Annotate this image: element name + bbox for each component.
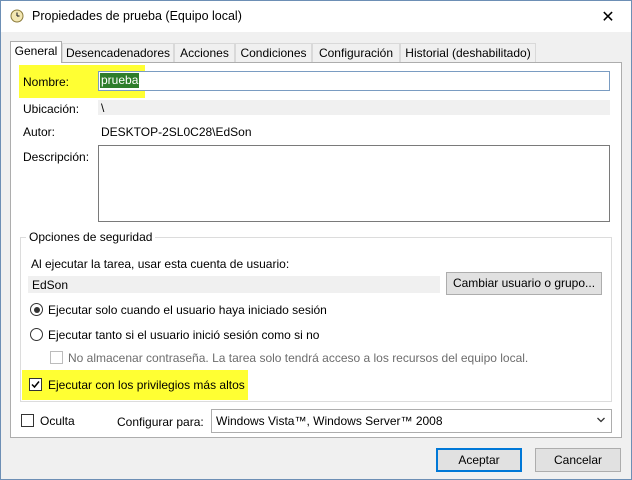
title-bar: Propiedades de prueba (Equipo local) ✕ [1,1,631,32]
name-input[interactable] [98,71,610,91]
tab-actions[interactable]: Acciones [174,43,235,62]
run-logged-on-radio[interactable] [30,303,43,316]
name-input-value[interactable]: prueba [100,73,140,88]
highest-privileges-checkbox[interactable] [29,378,42,391]
security-group-title: Opciones de seguridad [26,230,156,244]
tab-label: General [14,44,58,58]
radio-selected-dot [33,306,40,313]
accept-button[interactable]: Aceptar [436,448,522,472]
tab-label: Condiciones [240,46,307,60]
tab-general[interactable]: General [10,41,62,63]
chevron-down-icon [596,415,606,428]
no-store-password-checkbox[interactable] [50,351,63,364]
configure-for-value: Windows Vista™, Windows Server™ 2008 [216,414,443,428]
configure-for-select[interactable]: Windows Vista™, Windows Server™ 2008 [211,409,612,433]
task-clock-icon [10,9,24,23]
close-button[interactable]: ✕ [585,1,631,32]
location-field [98,100,610,115]
window-title: Propiedades de prueba (Equipo local) [32,9,242,23]
hidden-checkbox[interactable] [21,414,34,427]
check-mark-icon [31,381,40,389]
description-input[interactable] [98,145,610,222]
no-store-password-label: No almacenar contraseña. La tarea solo t… [68,351,529,365]
change-user-button[interactable]: Cambiar usuario o grupo... [446,272,602,295]
location-value: \ [101,101,105,115]
location-label: Ubicación: [23,102,80,116]
user-account-field [28,276,440,293]
cancel-button[interactable]: Cancelar [535,448,621,472]
run-as-label: Al ejecutar la tarea, usar esta cuenta d… [31,257,290,271]
run-whether-label[interactable]: Ejecutar tanto si el usuario inició sesi… [48,328,319,342]
name-label: Nombre: [23,75,70,89]
author-label: Autor: [23,125,56,139]
tab-conditions[interactable]: Condiciones [235,43,312,62]
configure-for-label: Configurar para: [117,415,204,429]
tab-triggers[interactable]: Desencadenadores [62,43,174,62]
run-whether-radio[interactable] [30,328,43,341]
description-label: Descripción: [23,150,90,164]
author-value: DESKTOP-2SL0C28\EdSon [101,125,252,139]
close-icon: ✕ [601,8,615,26]
tab-label: Historial (deshabilitado) [405,46,531,60]
run-logged-on-label[interactable]: Ejecutar solo cuando el usuario haya ini… [48,303,327,317]
tab-label: Acciones [180,46,229,60]
tab-settings[interactable]: Configuración [312,43,400,62]
user-account-value: EdSon [32,278,69,292]
tab-label: Desencadenadores [65,46,171,60]
hidden-label[interactable]: Oculta [40,414,75,428]
tab-label: Configuración [318,46,394,60]
tab-history[interactable]: Historial (deshabilitado) [400,43,536,62]
highest-privileges-label[interactable]: Ejecutar con los privilegios más altos [48,378,245,392]
